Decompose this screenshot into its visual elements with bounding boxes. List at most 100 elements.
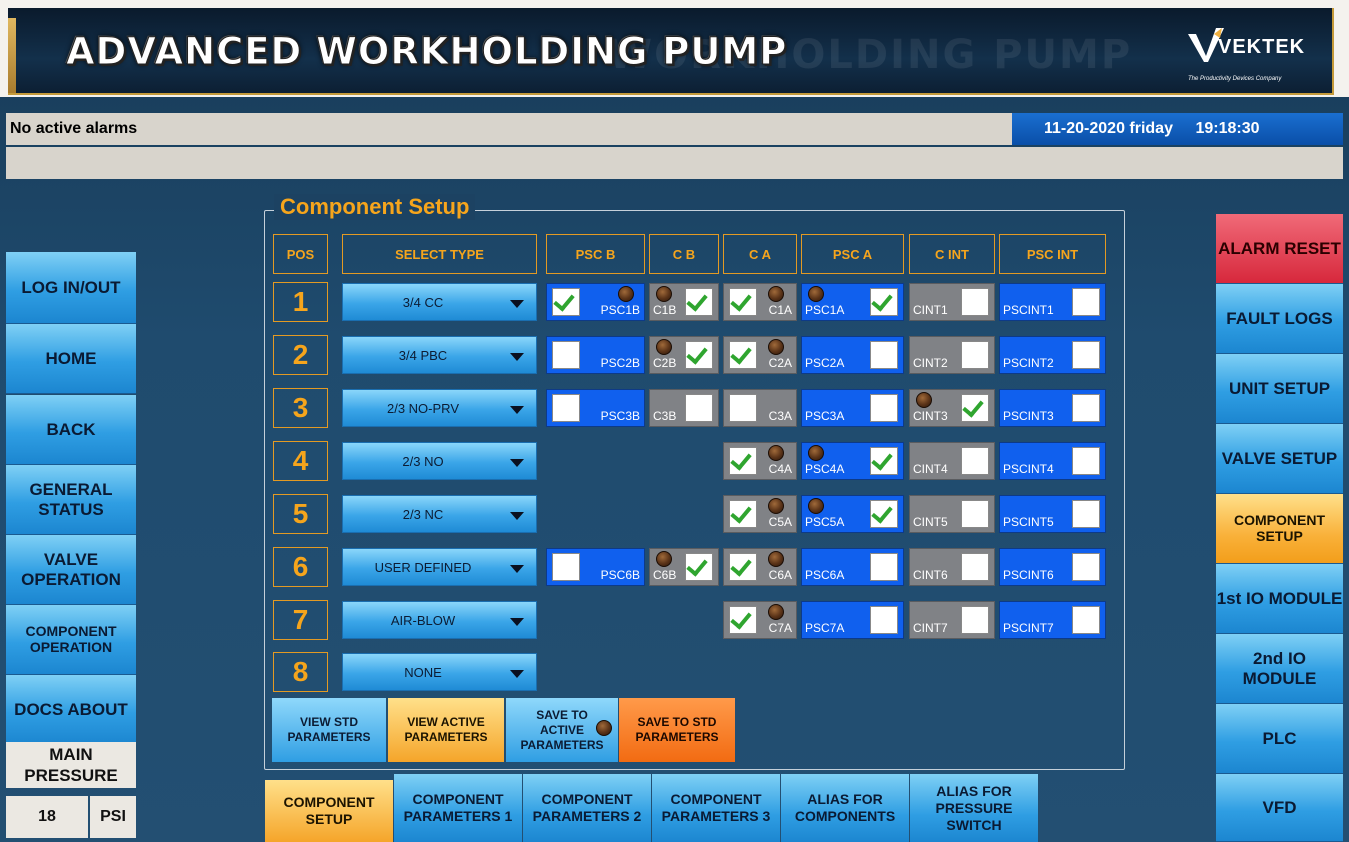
psca-checkbox[interactable] [870,447,898,475]
pscint-checkbox[interactable] [1072,341,1100,369]
status-lamp-icon [768,498,784,514]
psca-checkbox[interactable] [870,394,898,422]
chevron-down-icon [510,618,524,626]
io-module-2-button[interactable]: 2nd IO MODULE [1216,634,1343,704]
select-type-dropdown[interactable]: NONE [342,653,537,691]
psca-checkbox[interactable] [870,341,898,369]
plc-button[interactable]: PLC [1216,704,1343,774]
cint-checkbox[interactable] [961,288,989,316]
col-header-c-b: C B [649,234,719,274]
psca-checkbox[interactable] [870,288,898,316]
select-type-dropdown[interactable]: 2/3 NO [342,442,537,480]
ca-label: C2A [768,356,792,370]
ca-checkbox[interactable] [729,606,757,634]
docs-about-button[interactable]: DOCS ABOUT [6,675,136,745]
ca-checkbox[interactable] [729,500,757,528]
pscb-checkbox[interactable] [552,553,580,581]
cb-checkbox[interactable] [685,288,713,316]
status-lamp-icon [656,551,672,567]
ca-checkbox[interactable] [729,288,757,316]
cint-checkbox[interactable] [961,394,989,422]
psca-checkbox[interactable] [870,500,898,528]
tab-alias-for-pressure-switch[interactable]: ALIAS FOR PRESSURE SWITCH [910,774,1038,842]
pscint-checkbox[interactable] [1072,553,1100,581]
select-type-value: 2/3 NO-PRV [386,400,459,416]
ca-checkbox[interactable] [729,553,757,581]
pscb-cell: PSC6B [546,548,645,586]
header: WORKHOLDING PUMP ADVANCED WORKHOLDING PU… [0,0,1349,97]
ca-checkbox[interactable] [729,394,757,422]
unit-setup-button[interactable]: UNIT SETUP [1216,354,1343,424]
date-text: 11-20-2020 friday [1044,120,1173,137]
position-number: 8 [273,652,328,692]
select-type-dropdown[interactable]: 2/3 NC [342,495,537,533]
psca-checkbox[interactable] [870,553,898,581]
save-to-active-parameters-button[interactable]: SAVE TO ACTIVE PARAMETERS [506,698,618,762]
view-active-parameters-button[interactable]: VIEW ACTIVE PARAMETERS [388,698,504,762]
cint-checkbox[interactable] [961,500,989,528]
cint-checkbox[interactable] [961,606,989,634]
save-to-std-parameters-button[interactable]: SAVE TO STD PARAMETERS [619,698,735,762]
status-lamp-icon [768,286,784,302]
pscb-checkbox[interactable] [552,341,580,369]
ca-checkbox[interactable] [729,341,757,369]
tab-component-setup[interactable]: COMPONENT SETUP [265,780,393,842]
select-type-dropdown[interactable]: 2/3 NO-PRV [342,389,537,427]
home-button[interactable]: HOME [6,324,136,394]
general-status-button[interactable]: GENERAL STATUS [6,465,136,535]
position-number: 4 [273,441,328,481]
alarm-reset-button[interactable]: ALARM RESET [1216,214,1343,284]
time-text: 19:18:30 [1195,120,1260,137]
valve-setup-button[interactable]: VALVE SETUP [1216,424,1343,494]
select-type-dropdown[interactable]: 3/4 PBC [342,336,537,374]
pscb-checkbox[interactable] [552,394,580,422]
pscint-checkbox[interactable] [1072,288,1100,316]
checkmark-icon [871,448,893,471]
psca-cell: PSC3A [801,389,904,427]
tab-alias-for-components[interactable]: ALIAS FOR COMPONENTS [781,774,909,842]
login-logout-button[interactable]: LOG IN/OUT [6,252,136,324]
psca-label: PSC3A [805,409,845,423]
view-std-parameters-button[interactable]: VIEW STD PARAMETERS [272,698,386,762]
pscint-checkbox[interactable] [1072,606,1100,634]
cb-checkbox[interactable] [685,553,713,581]
cb-checkbox[interactable] [685,341,713,369]
fault-logs-button[interactable]: FAULT LOGS [1216,284,1343,354]
tab-component-parameters-3[interactable]: COMPONENT PARAMETERS 3 [652,774,780,842]
psca-checkbox[interactable] [870,606,898,634]
pscint-cell: PSCINT2 [999,336,1106,374]
pscint-label: PSCINT3 [1003,409,1054,423]
pscint-checkbox[interactable] [1072,447,1100,475]
component-operation-button[interactable]: COMPONENT OPERATION [6,605,136,675]
back-button[interactable]: BACK [6,395,136,465]
position-number: 6 [273,547,328,587]
app-title: ADVANCED WORKHOLDING PUMP [65,30,788,74]
position-number: 5 [273,494,328,534]
tab-component-parameters-2[interactable]: COMPONENT PARAMETERS 2 [523,774,651,842]
tab-component-parameters-1[interactable]: COMPONENT PARAMETERS 1 [394,774,522,842]
select-type-dropdown[interactable]: AIR-BLOW [342,601,537,639]
cint-checkbox[interactable] [961,341,989,369]
cint-checkbox[interactable] [961,447,989,475]
pscint-checkbox[interactable] [1072,394,1100,422]
select-type-dropdown[interactable]: 3/4 CC [342,283,537,321]
cint-checkbox[interactable] [961,553,989,581]
ca-checkbox[interactable] [729,447,757,475]
pscint-checkbox[interactable] [1072,500,1100,528]
component-setup-button[interactable]: COMPONENT SETUP [1216,494,1343,564]
status-lamp-icon [618,286,634,302]
psca-cell: PSC6A [801,548,904,586]
io-module-1-button[interactable]: 1st IO MODULE [1216,564,1343,634]
cb-checkbox[interactable] [685,394,713,422]
pscint-cell: PSCINT5 [999,495,1106,533]
valve-operation-button[interactable]: VALVE OPERATION [6,535,136,605]
status-lamp-icon [656,286,672,302]
checkmark-icon [730,342,752,365]
pscb-checkbox[interactable] [552,288,580,316]
select-type-dropdown[interactable]: USER DEFINED [342,548,537,586]
status-lamp-icon [768,551,784,567]
save-active-lamp-icon [596,720,612,736]
vfd-button[interactable]: VFD [1216,774,1343,842]
psca-label: PSC6A [805,568,845,582]
checkmark-icon [871,289,893,312]
